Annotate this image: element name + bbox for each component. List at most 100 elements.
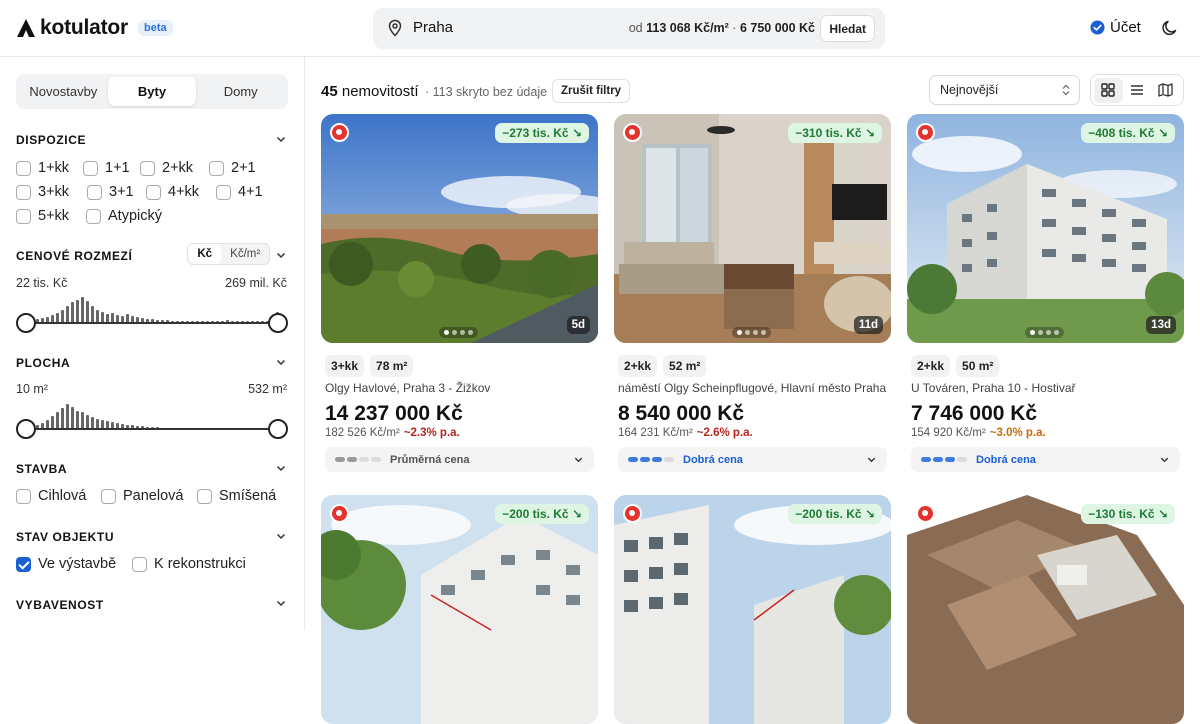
list-view-icon[interactable] [1123,78,1152,103]
map-view-icon[interactable] [1151,78,1180,103]
price-rating-bar[interactable]: Průměrná cena [325,447,594,472]
listing-photo[interactable]: −273 tis. Kč ↘ 5d [321,114,598,343]
checkbox-dispozice-3-1[interactable]: 3+1 [87,184,134,200]
checkbox-label: Smíšená [219,488,277,504]
listing-card[interactable]: −200 tis. Kč ↘ [614,495,891,724]
checkbox-dispozice-3kk[interactable]: 3+kk [16,184,69,200]
agency-logo-icon [623,504,642,523]
checkbox-dispozice-5kk[interactable]: 5+kk [16,208,69,224]
unit-option-czk[interactable]: Kč [188,244,222,264]
search-button[interactable]: Hledat [820,15,875,42]
checkbox-dispozice-4-1[interactable]: 4+1 [216,184,263,200]
listing-card[interactable]: −408 tis. Kč ↘ 13d 2+kk 50 m² U Továren,… [907,114,1184,472]
logo[interactable]: kotulator beta [16,16,173,40]
stavba-title[interactable]: STAVBA [16,462,67,476]
checkbox-stavba-panelova[interactable]: Panelová [101,488,183,504]
search-price-stats: od 113 068 Kč/m² · 6 750 000 Kč [629,21,815,35]
disposition-chip: 2+kk [618,355,658,377]
discount-badge: −200 tis. Kč ↘ [788,504,882,524]
listing-chips: 2+kk 52 m² [618,355,707,377]
price-unit-toggle: Kč Kč/m² [187,243,270,265]
price-slider-track[interactable] [26,322,278,324]
price-rating-bar[interactable]: Dobrá cena [911,447,1180,472]
stats-separator: · [728,21,740,35]
logo-mark-icon [17,19,35,37]
checkbox-label: 2+kk [162,160,194,176]
checkbox-label: Cihlová [38,488,87,504]
listing-photo[interactable]: −408 tis. Kč ↘ 13d [907,114,1184,343]
listing-card[interactable]: −200 tis. Kč ↘ [321,495,598,724]
type-option-novostavby[interactable]: Novostavby [19,77,108,106]
stats-prefix: od [628,21,647,35]
listing-card[interactable]: −130 tis. Kč ↘ [907,495,1184,724]
disposition-chip: 3+kk [325,355,365,377]
checkbox-stav-k-rekonstrukci[interactable]: K rekonstrukci [132,556,246,572]
price-rating-bar[interactable]: Dobrá cena [618,447,887,472]
photo-carousel-dots[interactable] [1025,327,1064,338]
listing-chips: 3+kk 78 m² [325,355,414,377]
checkbox-dispozice-atypicky[interactable]: Atypický [86,208,162,224]
listing-age-badge: 13d [1146,316,1176,334]
clear-filters-button[interactable]: Zrušit filtry [552,79,631,103]
chevron-down-icon[interactable] [275,462,287,474]
agency-logo-icon [330,504,349,523]
grid-view-icon[interactable] [1094,77,1123,103]
listing-card[interactable]: −310 tis. Kč ↘ 11d 2+kk 52 m² náměstí Ol… [614,114,891,472]
price-slider-max-handle[interactable] [268,313,288,333]
type-option-byty[interactable]: Byty [107,77,197,106]
search-input[interactable] [413,19,613,36]
listing-photo[interactable]: −130 tis. Kč ↘ [907,495,1184,724]
checkbox-stavba-smisena[interactable]: Smíšená [197,488,276,504]
property-type-toggle: Novostavby Byty Domy [16,74,288,109]
type-option-domy[interactable]: Domy [196,77,285,106]
chevron-down-icon[interactable] [275,133,287,145]
area-max-label: 532 m² [248,382,287,396]
sort-select[interactable]: Nejnovější [929,75,1080,105]
checkbox-dispozice-2kk[interactable]: 2+kk [140,160,193,176]
photo-carousel-dots[interactable] [439,327,478,338]
agency-logo-icon [330,123,349,142]
checkbox-label: Atypický [108,208,162,224]
dispozice-title[interactable]: DISPOZICE [16,133,86,147]
chevron-down-icon [1160,457,1169,463]
checkbox-dispozice-1-1[interactable]: 1+1 [83,160,130,176]
price-range-title[interactable]: CENOVÉ ROZMEZÍ [16,249,132,263]
dark-mode-moon-icon[interactable] [1161,19,1179,37]
listing-address: náměstí Olgy Scheinpflugové, Hlavní měst… [618,381,887,395]
checkbox-dispozice-2-1[interactable]: 2+1 [209,160,256,176]
chevron-down-icon[interactable] [275,597,287,609]
area-title[interactable]: PLOCHA [16,356,70,370]
listing-photo[interactable]: −310 tis. Kč ↘ 11d [614,114,891,343]
listing-card[interactable]: −273 tis. Kč ↘ 5d 3+kk 78 m² Olgy Havlov… [321,114,598,472]
vybavenost-title[interactable]: VYBAVENOST [16,598,104,612]
area-slider-track[interactable] [26,428,278,430]
unit-option-czk-per-sqm[interactable]: Kč/m² [221,244,269,264]
account-button[interactable]: Účet [1090,19,1141,36]
chevron-down-icon[interactable] [275,530,287,542]
growth-rate: ~3.0% p.a. [989,427,1046,439]
checkbox-dispozice-4kk[interactable]: 4+kk [146,184,199,200]
price-rating-label: Dobrá cena [976,453,1036,466]
chevron-down-icon[interactable] [275,356,287,368]
view-mode-toggle [1090,74,1184,106]
price-rating-label: Průměrná cena [390,453,470,466]
listing-photo[interactable]: −200 tis. Kč ↘ [321,495,598,724]
chevron-down-icon[interactable] [275,249,287,261]
checkbox-stav-ve-vystavbe[interactable]: Ve výstavbě [16,556,116,572]
stav-objektu-title[interactable]: STAV OBJEKTU [16,530,114,544]
area-slider-max-handle[interactable] [268,419,288,439]
listing-price: 8 540 000 Kč [618,402,745,425]
filter-sidebar: Novostavby Byty Domy DISPOZICE 1+kk 1+1 … [0,57,305,630]
search-bar[interactable]: od 113 068 Kč/m² · 6 750 000 Kč Hledat [373,8,885,49]
listing-chips: 2+kk 50 m² [911,355,1000,377]
checkbox-stavba-cihlova[interactable]: Cihlová [16,488,86,504]
listing-age-badge: 11d [853,316,883,334]
checkbox-dispozice-1kk[interactable]: 1+kk [16,160,69,176]
listing-photo[interactable]: −200 tis. Kč ↘ [614,495,891,724]
price-per-sqm: 164 231 Kč/m² ~2.6% p.a. [618,427,753,439]
area-slider-min-handle[interactable] [16,419,36,439]
price-slider-min-handle[interactable] [16,313,36,333]
price-max-label: 269 mil. Kč [225,276,287,290]
listing-price: 14 237 000 Kč [325,402,463,425]
photo-carousel-dots[interactable] [732,327,771,338]
